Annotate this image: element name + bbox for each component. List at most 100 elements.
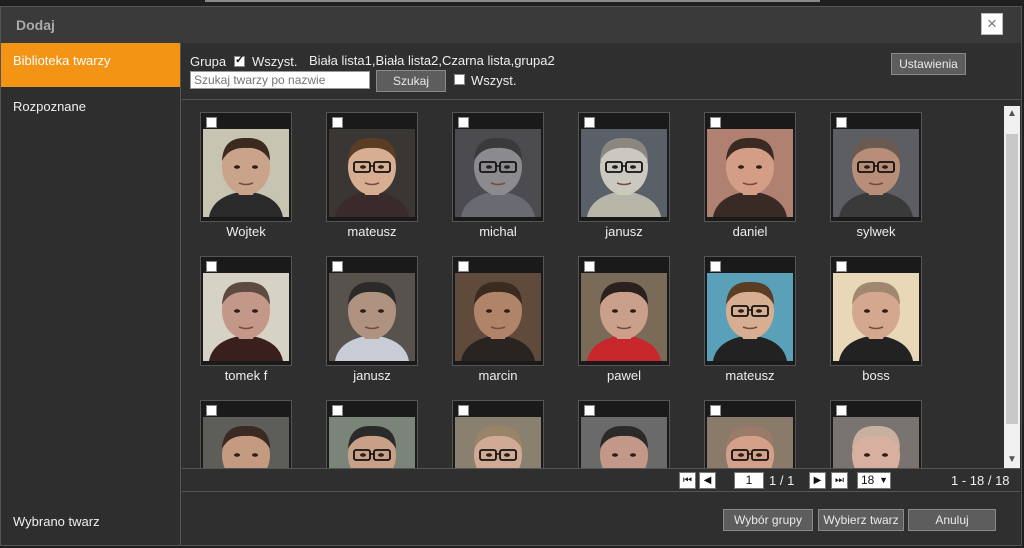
last-page-icon[interactable]: ⏭ [831,472,848,489]
sidebar-item-face-library[interactable]: Biblioteka twarzy [1,43,180,87]
face-photo [833,273,919,361]
face-name: boss [862,368,890,383]
face-card[interactable] [830,400,922,468]
face-checkbox[interactable] [584,117,595,128]
face-name: michal [479,224,517,239]
dialog-title: Dodaj [16,17,55,33]
face-checkbox[interactable] [458,405,469,416]
select-face-button[interactable]: Wybierz twarz [818,509,904,531]
face-card[interactable] [200,400,292,468]
face-card[interactable] [704,400,796,468]
main-panel: Grupa Wszyst. Biała lista1,Biała lista2,… [182,43,1022,545]
page-total: 1 / 1 [769,473,795,488]
scroll-up-icon[interactable]: ▲ [1004,106,1020,122]
face-name: mateusz [725,368,775,383]
face-card[interactable] [578,112,670,222]
face-photo [707,129,793,217]
face-checkbox[interactable] [836,117,847,128]
face-card[interactable] [452,256,544,366]
face-name: daniel [732,224,768,239]
face-card[interactable] [326,400,418,468]
face-checkbox[interactable] [332,261,343,272]
face-name: janusz [353,368,391,383]
sidebar-item-recognized[interactable]: Rozpoznane [1,89,180,133]
face-checkbox[interactable] [206,261,217,272]
search-button[interactable]: Szukaj [376,70,446,92]
face-name: marcin [478,368,518,383]
group-select-button[interactable]: Wybór grupy [723,509,813,531]
group-list-text: Biała lista1,Biała lista2,Czarna lista,g… [309,53,555,68]
face-card[interactable] [326,256,418,366]
face-card[interactable] [452,112,544,222]
face-checkbox[interactable] [458,261,469,272]
vertical-scrollbar[interactable]: ▲ ▼ [1004,106,1020,468]
face-name: Wojtek [226,224,266,239]
scroll-thumb[interactable] [1006,134,1018,424]
face-name: pawel [607,368,641,383]
face-photo [707,273,793,361]
face-checkbox[interactable] [836,261,847,272]
face-photo [329,273,415,361]
face-photo [833,417,919,468]
face-grid: Wojtek mateusz michal janusz daniel sylwek tom… [182,106,1020,468]
cancel-button[interactable]: Anuluj [908,509,996,531]
face-checkbox[interactable] [710,117,721,128]
close-icon[interactable]: × [981,13,1003,35]
face-checkbox[interactable] [458,117,469,128]
search-all-checkbox[interactable] [454,74,465,85]
face-name: mateusz [347,224,397,239]
prev-page-icon[interactable]: ◀ [699,472,716,489]
face-photo [833,129,919,217]
face-photo [581,129,667,217]
face-checkbox[interactable] [710,261,721,272]
page-input[interactable]: 1 [734,472,764,489]
face-photo [329,417,415,468]
face-card[interactable] [830,256,922,366]
face-card[interactable] [830,112,922,222]
pagination-bar: ⏮ ◀ 1 1 / 1 ▶ ⏭ 18 ▼ 1 - 18 / 18 [182,468,1020,492]
dialog-titlebar: Dodaj × [1,7,1021,43]
face-card[interactable] [452,400,544,468]
sidebar: Biblioteka twarzy Rozpoznane Wybrano twa… [1,43,181,545]
face-name: sylwek [856,224,896,239]
face-checkbox[interactable] [332,405,343,416]
result-range: 1 - 18 / 18 [951,473,1010,488]
filter-bar: Grupa Wszyst. Biała lista1,Biała lista2,… [182,43,1022,100]
group-all-checkbox[interactable] [234,53,245,67]
face-checkbox[interactable] [836,405,847,416]
top-divider [205,0,820,2]
face-photo [203,417,289,468]
face-photo [455,129,541,217]
face-checkbox[interactable] [332,117,343,128]
face-card[interactable] [578,400,670,468]
face-card[interactable] [704,256,796,366]
face-name: janusz [605,224,643,239]
face-photo [707,417,793,468]
face-checkbox[interactable] [584,405,595,416]
face-card[interactable] [326,112,418,222]
group-label: Grupa [190,54,227,69]
face-checkbox[interactable] [584,261,595,272]
face-card[interactable] [200,112,292,222]
face-photo [329,129,415,217]
face-checkbox[interactable] [206,117,217,128]
next-page-icon[interactable]: ▶ [809,472,826,489]
add-dialog: Dodaj × Biblioteka twarzy Rozpoznane Wyb… [0,6,1022,546]
group-all-label: Wszyst. [252,54,298,69]
face-checkbox[interactable] [206,405,217,416]
chevron-down-icon: ▼ [879,475,888,485]
search-input[interactable] [190,71,370,89]
face-name: tomek f [224,368,268,383]
face-card[interactable] [704,112,796,222]
face-photo [581,417,667,468]
face-photo [581,273,667,361]
settings-button[interactable]: Ustawienia [891,53,966,75]
search-all-label: Wszyst. [471,73,517,88]
face-card[interactable] [578,256,670,366]
first-page-icon[interactable]: ⏮ [679,472,696,489]
face-photo [455,273,541,361]
scroll-down-icon[interactable]: ▼ [1004,452,1020,468]
face-checkbox[interactable] [710,405,721,416]
per-page-select[interactable]: 18 ▼ [857,472,891,489]
face-card[interactable] [200,256,292,366]
